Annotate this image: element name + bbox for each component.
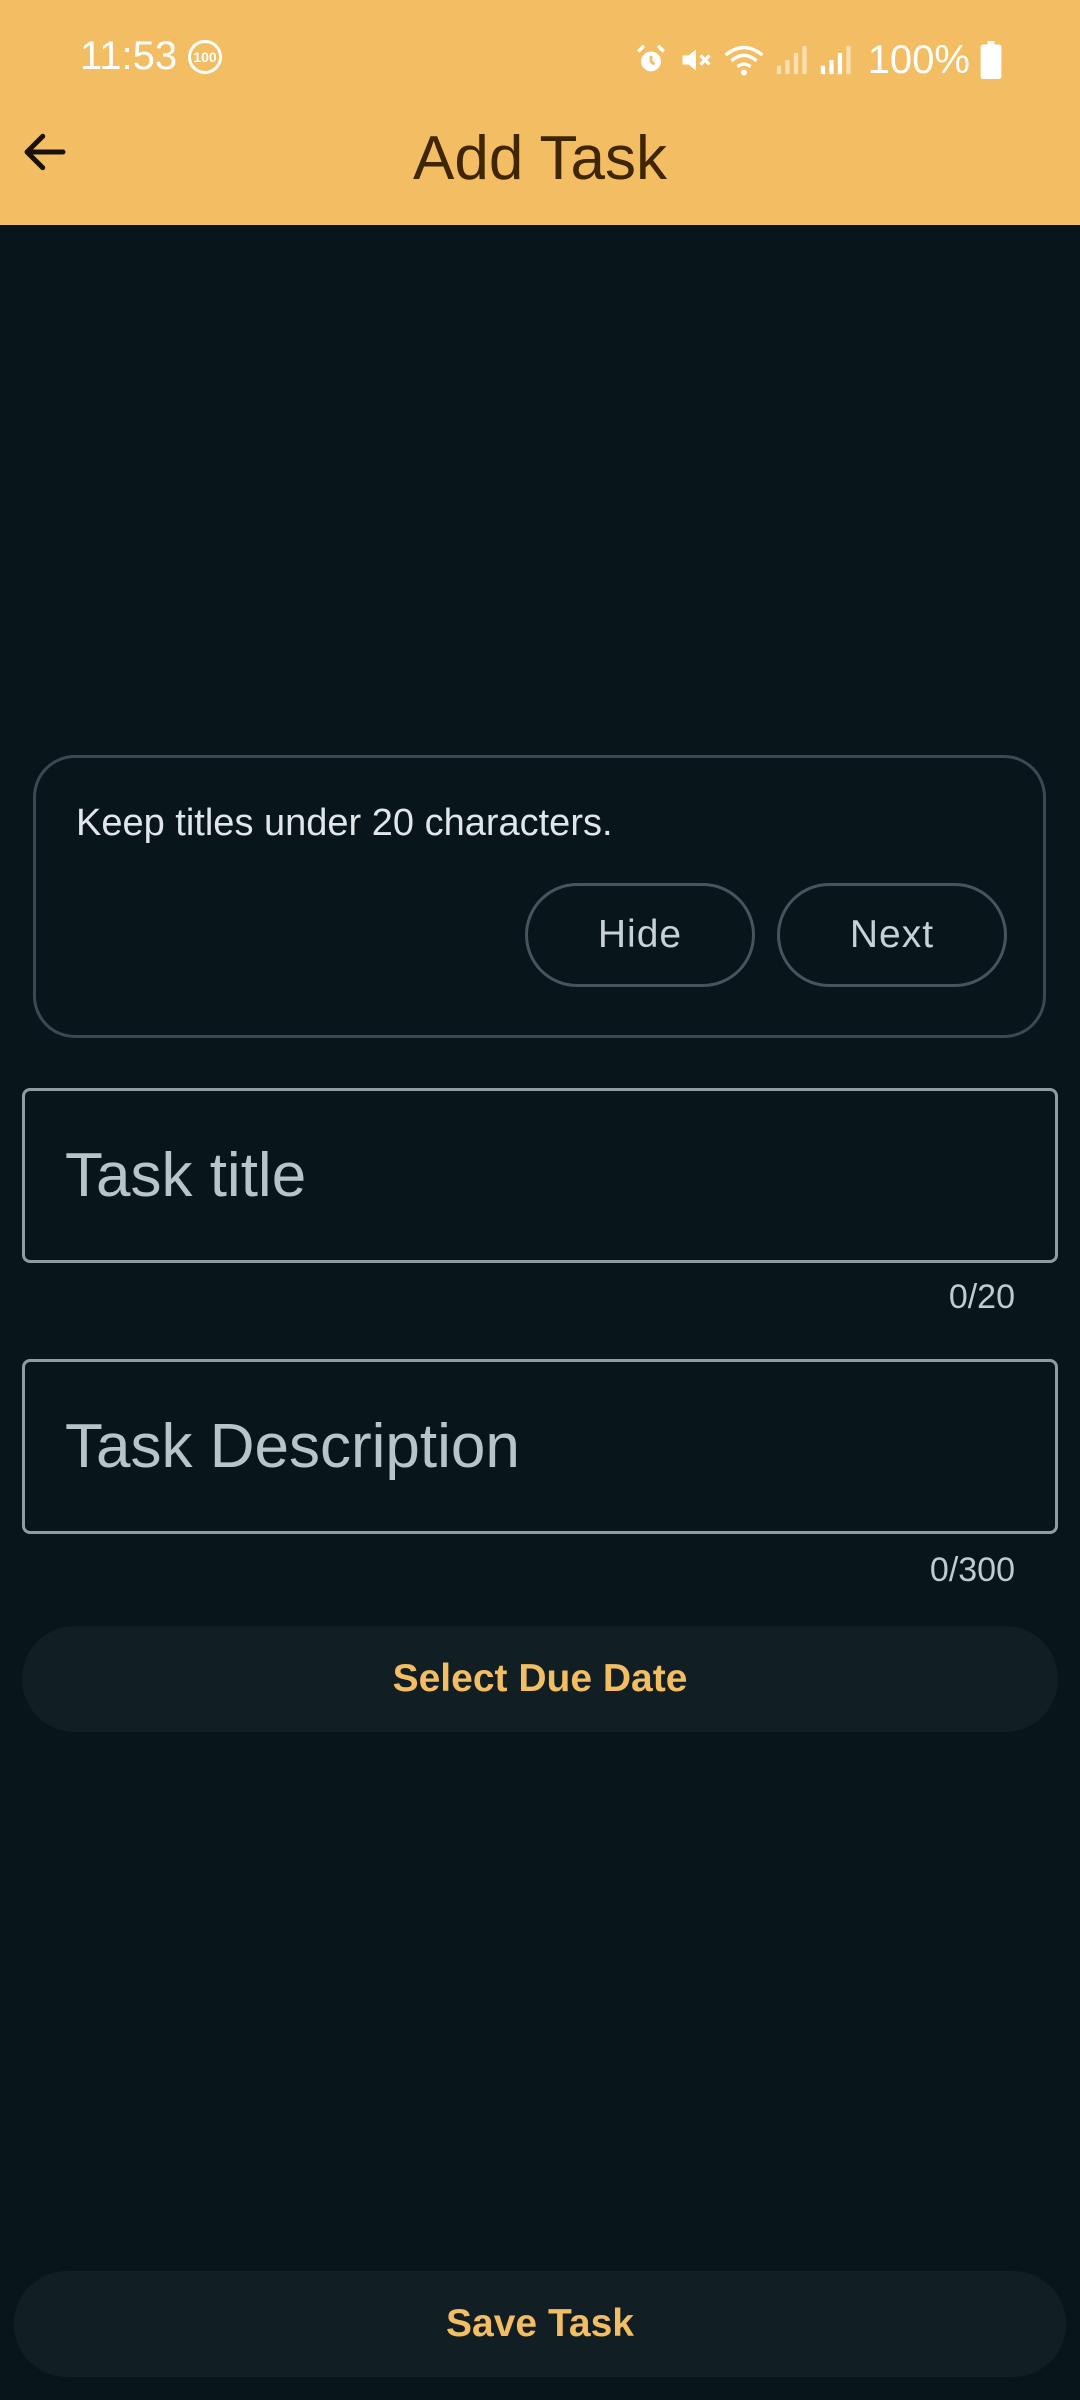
signal-icon xyxy=(776,45,807,75)
task-description-input[interactable]: Task Description xyxy=(22,1359,1058,1534)
page-title: Add Task xyxy=(413,124,667,193)
task-title-counter: 0/20 xyxy=(948,1278,1015,1316)
task-description-placeholder: Task Description xyxy=(65,1412,520,1481)
status-badge: 100 xyxy=(188,40,222,74)
alarm-icon xyxy=(636,44,665,72)
mute-icon xyxy=(682,49,711,71)
battery-icon xyxy=(980,41,1002,79)
status-bar: 11:53 100 100% xyxy=(0,0,1080,120)
wifi-icon xyxy=(724,45,764,76)
hint-text: Keep titles under 20 characters. xyxy=(76,802,613,844)
signal-icon xyxy=(820,45,851,75)
status-time: 11:53 xyxy=(80,34,178,78)
task-title-placeholder: Task title xyxy=(65,1141,307,1210)
status-icons: 100% xyxy=(634,30,1002,90)
task-title-input[interactable]: Task title xyxy=(22,1088,1058,1263)
select-due-date-button[interactable]: Select Due Date xyxy=(22,1626,1058,1732)
task-description-counter: 0/300 xyxy=(929,1551,1015,1589)
hint-card: Keep titles under 20 characters. Hide Ne… xyxy=(33,755,1046,1038)
next-button[interactable]: Next xyxy=(777,883,1007,987)
save-task-button[interactable]: Save Task xyxy=(14,2271,1066,2377)
battery-percent: 100% xyxy=(867,37,970,82)
hide-button[interactable]: Hide xyxy=(525,883,755,987)
